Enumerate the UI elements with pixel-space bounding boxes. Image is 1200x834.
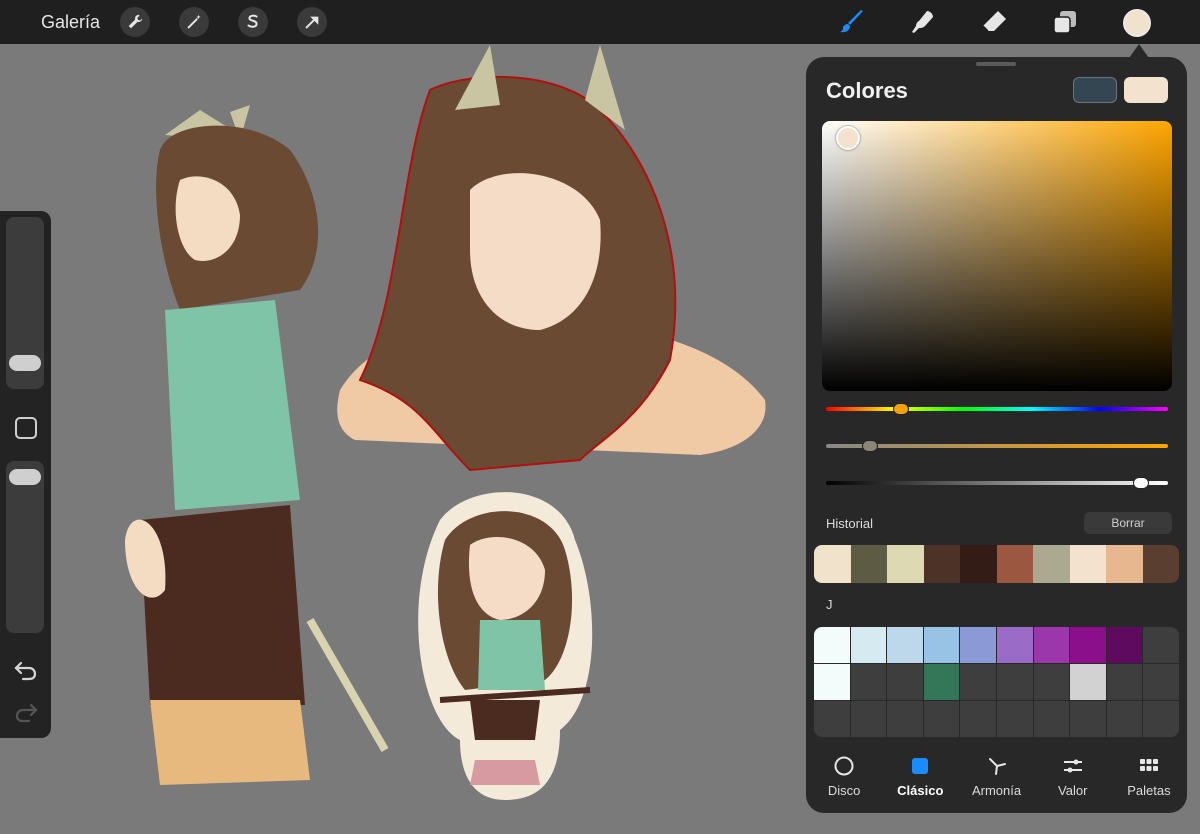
sketch-standing-girl <box>125 105 389 785</box>
brush-size-knob[interactable] <box>9 355 41 371</box>
tab-paletas[interactable]: Paletas <box>1111 747 1187 807</box>
panel-grabber[interactable] <box>976 62 1016 66</box>
eraser-icon[interactable] <box>978 6 1010 38</box>
history-swatch[interactable] <box>1033 545 1070 583</box>
panel-caret <box>1129 44 1149 58</box>
palette-swatch[interactable] <box>1143 627 1179 663</box>
primary-color-swatch[interactable] <box>1124 77 1168 103</box>
palette-swatch[interactable] <box>1106 627 1143 663</box>
palette-swatch[interactable] <box>996 701 1033 737</box>
magic-wand-icon[interactable] <box>179 7 209 37</box>
saturation-slider[interactable] <box>826 440 1168 452</box>
gallery-button[interactable]: Galería <box>41 12 100 33</box>
selection-icon[interactable] <box>238 7 268 37</box>
palette-swatch[interactable] <box>996 664 1033 700</box>
sketch-portrait-bust <box>337 45 766 472</box>
palette-swatch[interactable] <box>923 701 960 737</box>
classic-square-icon <box>912 758 929 774</box>
history-swatches <box>814 545 1179 583</box>
transform-arrow-icon[interactable] <box>297 7 327 37</box>
tab-valor[interactable]: Valor <box>1035 747 1111 807</box>
palette-label: J <box>826 597 833 612</box>
palette-swatch[interactable] <box>996 627 1033 663</box>
palette-swatch[interactable] <box>1033 701 1070 737</box>
color-picker-knob[interactable] <box>836 126 860 150</box>
brush-size-slider[interactable] <box>6 217 44 389</box>
current-color-button[interactable] <box>1123 9 1151 37</box>
brightness-knob[interactable] <box>1132 477 1149 489</box>
left-sidebar <box>0 211 51 738</box>
secondary-color-swatch[interactable] <box>1073 77 1117 103</box>
tab-label: Disco <box>827 783 861 798</box>
history-label: Historial <box>826 516 873 531</box>
palette-swatch[interactable] <box>1070 701 1106 737</box>
palette-swatch[interactable] <box>887 627 923 663</box>
palette-swatch[interactable] <box>887 701 923 737</box>
tab-label: Paletas <box>1127 783 1171 798</box>
redo-icon[interactable] <box>13 701 39 723</box>
history-swatch[interactable] <box>1142 545 1179 583</box>
palette-swatch[interactable] <box>850 664 887 700</box>
palette-grid <box>814 627 1179 737</box>
history-swatch[interactable] <box>960 545 997 583</box>
palette-swatch[interactable] <box>850 701 887 737</box>
palette-swatch[interactable] <box>1143 701 1179 737</box>
disc-icon <box>834 756 854 776</box>
clear-history-button[interactable]: Borrar <box>1084 512 1172 534</box>
history-swatch[interactable] <box>996 545 1033 583</box>
wrench-icon[interactable] <box>120 7 150 37</box>
palette-swatch[interactable] <box>923 664 960 700</box>
colors-panel: Colores Historial Borrar J Disco Clásico… <box>806 57 1187 813</box>
palette-swatch[interactable] <box>814 664 850 700</box>
modify-button[interactable] <box>15 417 37 439</box>
hue-slider[interactable] <box>826 403 1168 415</box>
palette-swatch[interactable] <box>923 627 960 663</box>
palette-swatch[interactable] <box>960 701 996 737</box>
harmony-icon <box>988 758 1006 775</box>
history-swatch[interactable] <box>1106 545 1143 583</box>
tab-armonia[interactable]: Armonía <box>958 747 1034 807</box>
smudge-icon[interactable] <box>907 6 939 38</box>
sketch-chibi-sticker <box>418 492 593 800</box>
saturation-knob[interactable] <box>862 440 879 452</box>
tab-disco[interactable]: Disco <box>806 747 882 807</box>
tab-label: Valor <box>1058 783 1088 798</box>
tab-label: Clásico <box>897 783 944 798</box>
opacity-knob[interactable] <box>9 469 41 485</box>
saturation-brightness-picker[interactable] <box>822 121 1172 391</box>
history-swatch[interactable] <box>814 545 851 583</box>
palette-swatch[interactable] <box>887 664 923 700</box>
panel-title: Colores <box>826 78 908 103</box>
layers-icon[interactable] <box>1049 6 1081 38</box>
hue-knob[interactable] <box>893 403 910 415</box>
undo-icon[interactable] <box>13 659 39 681</box>
tab-label: Armonía <box>971 783 1022 798</box>
palette-swatch[interactable] <box>1070 627 1106 663</box>
palette-swatch[interactable] <box>1033 627 1070 663</box>
top-toolbar: Galería <box>0 0 1200 44</box>
brightness-slider[interactable] <box>826 477 1168 489</box>
palette-swatch[interactable] <box>1106 701 1143 737</box>
opacity-slider[interactable] <box>6 461 44 633</box>
history-swatch[interactable] <box>1069 545 1106 583</box>
palettes-grid-icon <box>1139 759 1158 771</box>
sliders-icon <box>1063 759 1082 773</box>
palette-swatch[interactable] <box>960 627 996 663</box>
palette-swatch[interactable] <box>1106 664 1143 700</box>
history-swatch[interactable] <box>887 545 924 583</box>
palette-swatch[interactable] <box>1070 664 1106 700</box>
palette-swatch[interactable] <box>850 627 887 663</box>
palette-swatch[interactable] <box>814 701 850 737</box>
palette-swatch[interactable] <box>960 664 996 700</box>
tab-clasico[interactable]: Clásico <box>882 747 958 807</box>
palette-swatch[interactable] <box>1143 664 1179 700</box>
history-swatch[interactable] <box>923 545 960 583</box>
history-swatch[interactable] <box>850 545 887 583</box>
color-mode-tabs: Disco Clásico Armonía Valor Paletas <box>806 747 1187 807</box>
brush-icon[interactable] <box>836 6 868 38</box>
palette-swatch[interactable] <box>814 627 850 663</box>
palette-swatch[interactable] <box>1033 664 1070 700</box>
